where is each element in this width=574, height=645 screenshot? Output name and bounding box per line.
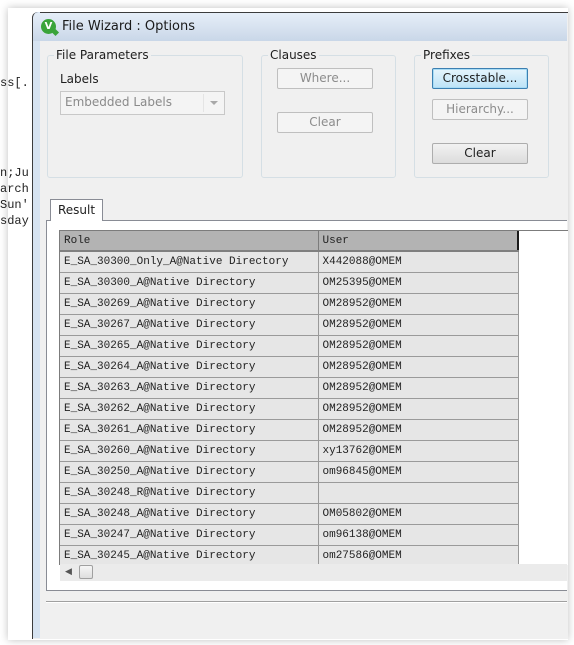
labels-select-value: Embedded Labels <box>65 95 172 109</box>
table-row[interactable]: E_SA_30262_A@Native Directory OM28952@OME… <box>60 398 519 420</box>
table-row[interactable]: E_SA_30300_A@Native Directory OM25395@OME… <box>60 272 519 294</box>
cell-user[interactable]: xy13762@OMEM <box>318 440 519 462</box>
cell-user[interactable]: OM28952@OMEM <box>318 293 519 315</box>
cell-user[interactable]: OM28952@OMEM <box>318 398 519 420</box>
file-parameters-group-label: File Parameters <box>54 48 151 62</box>
clauses-group-label: Clauses <box>268 48 319 62</box>
qlikview-icon: V <box>41 19 56 34</box>
table-row[interactable]: E_SA_30265_A@Native Directory OM28952@OME… <box>60 335 519 357</box>
where-button[interactable]: Where... <box>277 68 373 89</box>
cell-role[interactable]: E_SA_30250_A@Native Directory <box>60 461 319 483</box>
cell-role[interactable]: E_SA_30245_A@Native Directory <box>60 545 319 565</box>
cell-role[interactable]: E_SA_30247_A@Native Directory <box>60 524 319 546</box>
cell-role[interactable]: E_SA_30264_A@Native Directory <box>60 356 319 378</box>
table-row[interactable]: E_SA_30245_A@Native Directory om27586@OME… <box>60 545 519 565</box>
table-row[interactable]: E_SA_30248_A@Native Directory OM05802@OME… <box>60 503 519 525</box>
cell-user[interactable]: X442088@OMEM <box>318 251 519 273</box>
chevron-down-icon[interactable] <box>210 101 218 105</box>
crosstable-button[interactable]: Crosstable... <box>432 68 528 89</box>
title-bar[interactable]: V File Wizard : Options <box>33 13 567 41</box>
cell-role[interactable]: E_SA_30265_A@Native Directory <box>60 335 319 357</box>
prefixes-group-label: Prefixes <box>421 48 473 62</box>
table-row[interactable]: E_SA_30248_R@Native Directory <box>60 482 519 504</box>
cell-role[interactable]: E_SA_30262_A@Native Directory <box>60 398 319 420</box>
labels-select[interactable]: Embedded Labels <box>60 91 225 115</box>
cell-role[interactable]: E_SA_30263_A@Native Directory <box>60 377 319 399</box>
table-row[interactable]: E_SA_30267_A@Native Directory OM28952@OME… <box>60 314 519 336</box>
cell-role[interactable]: E_SA_30267_A@Native Directory <box>60 314 319 336</box>
cell-role[interactable]: E_SA_30269_A@Native Directory <box>60 293 319 315</box>
cell-user[interactable]: om96845@OMEM <box>318 461 519 483</box>
cell-role[interactable]: E_SA_30261_A@Native Directory <box>60 419 319 441</box>
cell-user[interactable]: OM25395@OMEM <box>318 272 519 294</box>
cell-user[interactable]: OM28952@OMEM <box>318 356 519 378</box>
table-row[interactable]: E_SA_30247_A@Native Directory om96138@OME… <box>60 524 519 546</box>
cell-user[interactable]: om27586@OMEM <box>318 545 519 565</box>
cell-user[interactable]: OM28952@OMEM <box>318 419 519 441</box>
table-row[interactable]: E_SA_30260_A@Native Directory xy13762@OME… <box>60 440 519 462</box>
editor-line: arch <box>0 182 29 196</box>
table-row[interactable]: E_SA_30263_A@Native Directory OM28952@OME… <box>60 377 519 399</box>
column-header-role[interactable]: Role <box>60 231 319 252</box>
window-frame-left <box>32 12 40 638</box>
table-header-row: Role User <box>60 231 519 252</box>
table-row[interactable]: E_SA_30250_A@Native Directory om96845@OME… <box>60 461 519 483</box>
cell-user[interactable]: OM28952@OMEM <box>318 314 519 336</box>
editor-line: sday <box>0 214 29 228</box>
cell-role[interactable]: E_SA_30300_Only_A@Native Directory <box>60 251 319 273</box>
cell-role[interactable]: E_SA_30300_A@Native Directory <box>60 272 319 294</box>
result-table[interactable]: Role User E_SA_30300_Only_A@Native Direc… <box>59 230 568 565</box>
divider-highlight <box>46 602 567 603</box>
column-header-user[interactable]: User <box>318 231 519 252</box>
editor-line: n;Ju <box>0 166 29 180</box>
table-row[interactable]: E_SA_30264_A@Native Directory OM28952@OME… <box>60 356 519 378</box>
cell-role[interactable]: E_SA_30248_A@Native Directory <box>60 503 319 525</box>
clauses-clear-button[interactable]: Clear <box>277 112 373 133</box>
table-row[interactable]: E_SA_30261_A@Native Directory OM28952@OME… <box>60 419 519 441</box>
prefixes-clear-button[interactable]: Clear <box>432 143 528 164</box>
horizontal-scrollbar[interactable]: ◀ <box>60 564 567 581</box>
table-row[interactable]: E_SA_30269_A@Native Directory OM28952@OME… <box>60 293 519 315</box>
tab-result[interactable]: Result <box>50 199 104 221</box>
scrollbar-thumb[interactable] <box>79 565 93 579</box>
cell-user[interactable]: OM05802@OMEM <box>318 503 519 525</box>
cell-role[interactable]: E_SA_30260_A@Native Directory <box>60 440 319 462</box>
labels-label: Labels <box>60 72 99 86</box>
window-title: File Wizard : Options <box>62 19 196 34</box>
scroll-left-icon[interactable]: ◀ <box>65 567 72 577</box>
table-row[interactable]: E_SA_30300_Only_A@Native Directory X44208… <box>60 251 519 273</box>
hierarchy-button[interactable]: Hierarchy... <box>432 99 528 120</box>
cell-user[interactable] <box>318 482 519 504</box>
editor-line: ss[. <box>0 76 29 90</box>
editor-line: Sun' <box>0 198 29 212</box>
combo-separator <box>203 94 204 112</box>
cell-user[interactable]: OM28952@OMEM <box>318 335 519 357</box>
cell-role[interactable]: E_SA_30248_R@Native Directory <box>60 482 319 504</box>
cell-user[interactable]: OM28952@OMEM <box>318 377 519 399</box>
cell-user[interactable]: om96138@OMEM <box>318 524 519 546</box>
